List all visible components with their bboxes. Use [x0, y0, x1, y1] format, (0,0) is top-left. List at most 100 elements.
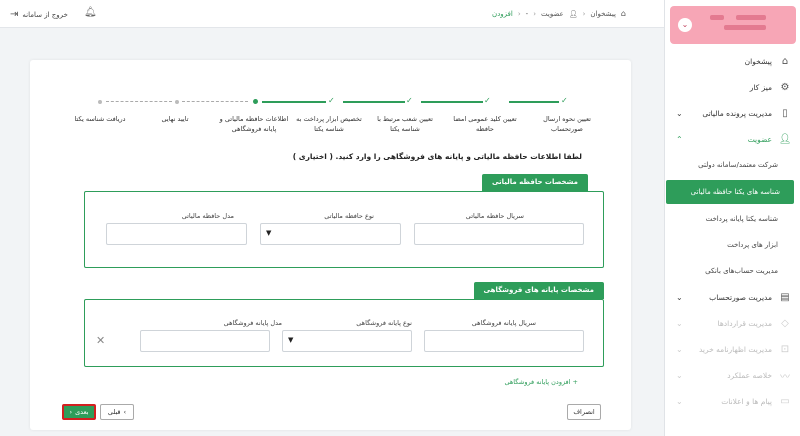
- chevron-down-icon[interactable]: ⌄: [678, 18, 692, 32]
- sidebar-item-label: پیام ها و اعلانات: [721, 396, 772, 406]
- breadcrumb-dash: -: [525, 9, 529, 18]
- sidebar-subitem-payment-tools[interactable]: ابزار های پرداخت: [665, 232, 800, 258]
- sidebar-item-purchase-declaration[interactable]: ⊡ مدیریت اظهارنامه خرید ⌄: [665, 336, 800, 362]
- current-step-dot: [253, 99, 258, 104]
- memory-model-input[interactable]: [106, 223, 247, 245]
- sidebar-item-label: مدیریت اظهارنامه خرید: [698, 344, 772, 354]
- sidebar-item-membership[interactable]: 👤︎ عضویت ⌃: [665, 126, 800, 152]
- blurred-text: [710, 15, 724, 20]
- caret-down-icon: ▼: [266, 229, 272, 237]
- check-icon: ✓: [406, 96, 413, 105]
- plus-icon: +: [572, 378, 578, 386]
- add-terminal-link[interactable]: + افزودن پایانه فروشگاهی: [504, 378, 578, 386]
- message-icon: ▭: [780, 395, 790, 407]
- sidebar-item-label: عضویت: [747, 134, 772, 144]
- sidebar-item-performance[interactable]: 〰 خلاصه عملکرد ⌄: [665, 362, 800, 388]
- sidebar-item-label: میز کار: [749, 82, 772, 92]
- chevron-down-icon: ⌄: [676, 396, 683, 406]
- sidebar-item-invoices[interactable]: ▤ مدیریت صورتحساب ⌄: [665, 284, 800, 310]
- logout-label: خروج از سامانه: [22, 10, 68, 19]
- check-icon: ✓: [328, 96, 335, 105]
- terminal-type-label: نوع پایانه فروشگاهی: [356, 319, 412, 327]
- invoice-icon: ▤: [780, 291, 790, 303]
- chevron-up-icon: ⌃: [676, 134, 683, 144]
- sidebar-subitem-bank-accounts[interactable]: مدیریت حساب‌های بانکی: [665, 258, 800, 284]
- caret-down-icon: ▼: [288, 336, 294, 344]
- terminal-type-select[interactable]: ▼: [282, 330, 412, 352]
- step-connector: [421, 101, 483, 103]
- logout-button[interactable]: ⇥ خروج از سامانه: [10, 9, 68, 20]
- sidebar-item-desk[interactable]: ⚙ میز کار: [665, 74, 800, 100]
- sidebar-menu: ⌂ پیشخوان ⚙ میز کار ▯ مدیریت پرونده مالی…: [665, 48, 800, 414]
- user-profile-card[interactable]: ⌄: [670, 6, 796, 44]
- chevron-down-icon: ⌄: [676, 108, 683, 118]
- step-label: تخصیص ابزار پرداخت به شناسه یکتا: [296, 115, 362, 133]
- chevron-down-icon: ⌄: [676, 344, 683, 354]
- chevron-left-icon: ‹: [69, 408, 73, 416]
- terminal-model-input[interactable]: [140, 330, 270, 352]
- memory-type-select[interactable]: ▼: [260, 223, 401, 245]
- breadcrumb-home[interactable]: پیشخوان: [590, 10, 616, 18]
- memory-serial-input[interactable]: [414, 223, 584, 245]
- step-label: تعیین شعب مرتبط با شناسه یکتا: [377, 115, 433, 133]
- logout-icon: ⇥: [10, 9, 19, 20]
- next-button[interactable]: بعدی ‹: [62, 404, 96, 420]
- step-connector: [262, 101, 326, 103]
- pending-step-dot: [175, 100, 179, 104]
- breadcrumb: ⌂ پیشخوان ‹ 👤︎ عضویت ‹ - ‹ افزودن: [492, 9, 626, 18]
- step-label: تعیین نحوه ارسال صورتحساب: [543, 115, 591, 133]
- terminal-serial-label: سریال پایانه فروشگاهی: [471, 319, 536, 327]
- previous-button[interactable]: › قبلی: [100, 404, 134, 420]
- close-icon[interactable]: ✕: [96, 334, 105, 347]
- cancel-button[interactable]: انصراف: [567, 404, 601, 420]
- sidebar-item-contracts[interactable]: ◇ مدیریت قراردادها ⌄: [665, 310, 800, 336]
- sidebar-subitem-payment-terminal-id[interactable]: شناسه یکتا پایانه پرداخت: [665, 206, 800, 232]
- user-icon: 👤︎: [778, 133, 792, 145]
- file-icon: ▯: [782, 107, 788, 119]
- home-icon: ⌂: [620, 9, 626, 18]
- sidebar-item-messages[interactable]: ▭ پیام ها و اعلانات ⌄: [665, 388, 800, 414]
- sidebar-item-label: خلاصه عملکرد: [727, 370, 772, 380]
- chart-icon: 〰: [780, 371, 790, 383]
- step-label: اطلاعات حافظه مالیاتی و پایانه فروشگاهی: [219, 115, 289, 133]
- sidebar: ⌄ ⌂ پیشخوان ⚙ میز کار ▯ مدیریت پرونده ما…: [664, 0, 800, 436]
- handshake-icon: ◇: [781, 317, 789, 329]
- sidebar-item-label: مدیریت قراردادها: [717, 318, 772, 328]
- step-connector: [343, 101, 405, 103]
- blurred-text: [736, 15, 766, 20]
- chevron-left-icon: ‹: [533, 9, 536, 18]
- blurred-text: [724, 25, 766, 30]
- memory-type-label: نوع حافظه مالیاتی: [324, 212, 374, 220]
- memory-section-title: مشخصات حافظه مالیاتی: [481, 174, 588, 191]
- cancel-label: انصراف: [573, 408, 595, 416]
- previous-label: قبلی: [107, 408, 121, 416]
- check-icon: ✓: [484, 96, 491, 105]
- memory-model-label: مدل حافظه مالیاتی: [181, 212, 234, 220]
- chevron-down-icon: ⌄: [676, 370, 683, 380]
- step-connector: [106, 101, 172, 102]
- add-terminal-label: افزودن پایانه فروشگاهی: [504, 378, 571, 386]
- sidebar-subitem-memory-ids[interactable]: شناسه های یکتا حافظه مالیاتی: [666, 180, 794, 204]
- form-instructions: لطفا اطلاعات حافظه مالیاتی و پایانه های …: [292, 152, 582, 161]
- pending-step-dot: [98, 100, 102, 104]
- user-icon: 👤︎: [568, 9, 578, 18]
- sidebar-subitem-trusted-company[interactable]: شرکت معتمد/سامانه دولتی: [665, 152, 800, 178]
- step-label: دریافت شناسه یکتا: [74, 115, 126, 123]
- terminal-serial-input[interactable]: [424, 330, 584, 352]
- sidebar-item-dashboard[interactable]: ⌂ پیشخوان: [665, 48, 800, 74]
- sidebar-item-label: پیشخوان: [744, 56, 772, 66]
- breadcrumb-membership[interactable]: عضویت: [541, 10, 564, 18]
- bell-icon[interactable]: 🔔︎: [84, 7, 97, 18]
- sidebar-item-label: مدیریت پرونده مالیاتی: [702, 108, 772, 118]
- step-connector: [509, 101, 559, 103]
- chevron-right-icon: ›: [123, 408, 127, 416]
- step-label: تعیین کلید عمومی امضا حافظه: [453, 115, 517, 133]
- breadcrumb-add: افزودن: [492, 9, 513, 18]
- chevron-left-icon: ‹: [582, 9, 586, 18]
- step-label: تایید نهایی: [161, 115, 189, 123]
- chevron-down-icon: ⌄: [676, 318, 683, 328]
- check-icon: ✓: [561, 96, 568, 105]
- step-connector: [182, 101, 248, 102]
- sidebar-item-tax-file[interactable]: ▯ مدیریت پرونده مالیاتی ⌄: [665, 100, 800, 126]
- memory-serial-label: سریال حافظه مالیاتی: [465, 212, 524, 220]
